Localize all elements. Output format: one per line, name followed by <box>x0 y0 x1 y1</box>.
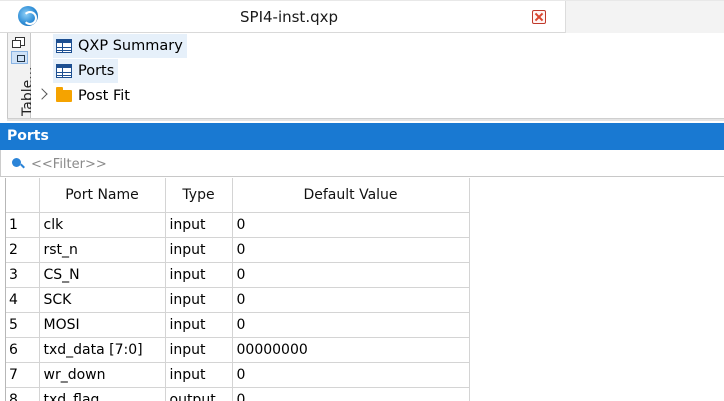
tree-item-ports[interactable]: Ports <box>53 59 119 83</box>
row-number: 6 <box>6 337 40 363</box>
type-cell[interactable]: input <box>165 337 233 363</box>
port-name-cell[interactable]: MOSI <box>39 312 166 338</box>
ports-table-area: Port Name Type Default Value 1 clk input… <box>5 178 724 401</box>
default-value-cell[interactable]: 0 <box>232 312 470 338</box>
column-header-port-name[interactable]: Port Name <box>39 178 166 213</box>
row-number: 5 <box>6 312 40 338</box>
table-row[interactable]: 6 txd_data [7:0] input 00000000 <box>6 337 470 363</box>
tree-item-qxp-summary[interactable]: QXP Summary <box>53 34 187 58</box>
splitter[interactable] <box>7 118 724 121</box>
table-row[interactable]: 3 CS_N input 0 <box>6 262 470 288</box>
panel-title: Ports <box>0 123 724 150</box>
table-row[interactable]: 8 txd_flag output 0 <box>6 387 470 401</box>
row-number: 1 <box>6 212 40 238</box>
port-name-cell[interactable]: SCK <box>39 287 166 313</box>
table-row[interactable]: 5 MOSI input 0 <box>6 312 470 338</box>
default-value-cell[interactable]: 0 <box>232 362 470 388</box>
chevron-right-icon[interactable] <box>36 88 48 100</box>
table-icon <box>56 64 72 78</box>
filter-input[interactable] <box>31 155 711 173</box>
title-bar: SPI4-inst.qxp <box>0 0 724 34</box>
filter-bar <box>0 150 724 177</box>
table-icon <box>56 39 72 53</box>
type-cell[interactable]: input <box>165 287 233 313</box>
column-header-type[interactable]: Type <box>165 178 233 213</box>
folder-icon <box>56 87 72 102</box>
table-row[interactable]: 7 wr_down input 0 <box>6 362 470 388</box>
default-value-cell[interactable]: 0 <box>232 212 470 238</box>
default-value-cell[interactable]: 0 <box>232 262 470 288</box>
pin-icon[interactable] <box>11 51 28 64</box>
table-row[interactable]: 4 SCK input 0 <box>6 287 470 313</box>
type-cell[interactable]: input <box>165 312 233 338</box>
app-logo-icon <box>18 6 38 26</box>
close-icon[interactable] <box>532 10 546 24</box>
default-value-cell[interactable]: 00000000 <box>232 337 470 363</box>
port-name-cell[interactable]: clk <box>39 212 166 238</box>
row-number: 2 <box>6 237 40 263</box>
type-cell[interactable]: input <box>165 212 233 238</box>
title-bar-empty-area <box>565 1 724 34</box>
table-of-contents-tab[interactable]: Table... <box>7 33 36 118</box>
report-tree: QXP Summary Ports Post Fit <box>31 33 724 118</box>
port-name-cell[interactable]: rst_n <box>39 237 166 263</box>
table-row[interactable]: 2 rst_n input 0 <box>6 237 470 263</box>
table-header-row: Port Name Type Default Value <box>6 178 470 213</box>
type-cell[interactable]: input <box>165 237 233 263</box>
tree-item-label: Ports <box>78 63 115 79</box>
port-name-cell[interactable]: txd_flag <box>39 387 166 401</box>
default-value-cell[interactable]: 0 <box>232 387 470 401</box>
type-cell[interactable]: input <box>165 262 233 288</box>
port-name-cell[interactable]: wr_down <box>39 362 166 388</box>
port-name-cell[interactable]: CS_N <box>39 262 166 288</box>
tree-item-post-fit[interactable]: Post Fit <box>53 84 134 108</box>
row-number: 4 <box>6 287 40 313</box>
ports-table: Port Name Type Default Value 1 clk input… <box>6 178 470 401</box>
window-title: SPI4-inst.qxp <box>240 8 339 26</box>
tree-item-label: QXP Summary <box>78 38 183 54</box>
row-number-header[interactable] <box>6 178 40 213</box>
column-header-default-value[interactable]: Default Value <box>232 178 470 213</box>
row-number: 8 <box>6 387 40 401</box>
row-number: 7 <box>6 362 40 388</box>
float-window-icon[interactable] <box>12 37 25 48</box>
type-cell[interactable]: input <box>165 362 233 388</box>
search-icon <box>12 158 21 167</box>
port-name-cell[interactable]: txd_data [7:0] <box>39 337 166 363</box>
tree-item-label: Post Fit <box>78 88 130 104</box>
row-number: 3 <box>6 262 40 288</box>
type-cell[interactable]: output <box>165 387 233 401</box>
default-value-cell[interactable]: 0 <box>232 237 470 263</box>
table-row[interactable]: 1 clk input 0 <box>6 212 470 238</box>
default-value-cell[interactable]: 0 <box>232 287 470 313</box>
